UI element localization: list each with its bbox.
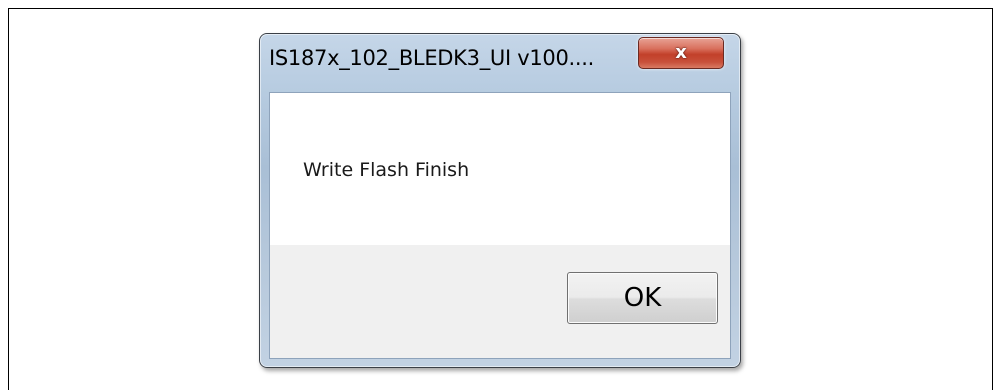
- ok-button[interactable]: OK: [567, 272, 718, 324]
- figure-frame: IS187x_102_BLEDK3_UI v100.... x Write Fl…: [8, 8, 993, 390]
- button-area: OK: [270, 245, 730, 358]
- close-button[interactable]: x: [638, 37, 724, 69]
- close-icon: x: [675, 42, 687, 63]
- message-area: Write Flash Finish: [270, 93, 730, 245]
- dialog-client-area: Write Flash Finish OK: [269, 92, 731, 359]
- message-text: Write Flash Finish: [303, 159, 470, 181]
- dialog-title: IS187x_102_BLEDK3_UI v100....: [269, 46, 595, 70]
- message-dialog: IS187x_102_BLEDK3_UI v100.... x Write Fl…: [259, 33, 741, 368]
- title-bar[interactable]: IS187x_102_BLEDK3_UI v100.... x: [260, 34, 740, 92]
- ok-button-label: OK: [623, 283, 662, 313]
